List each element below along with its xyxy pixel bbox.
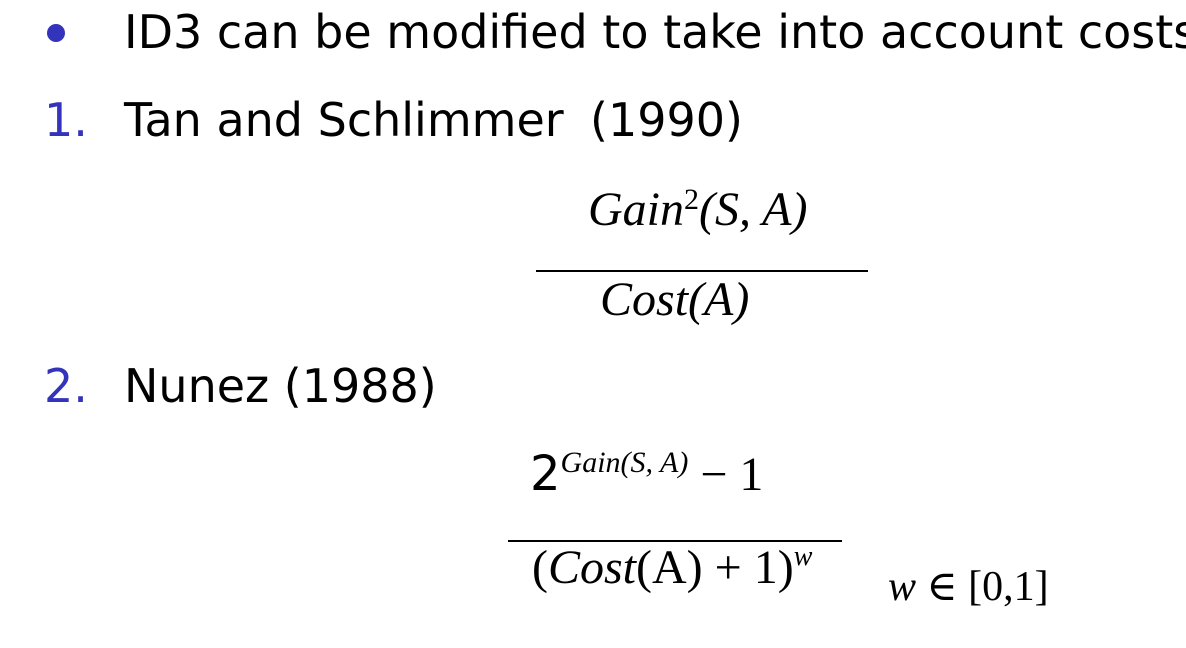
list-number-1: 1. [44,93,88,147]
formula1-num-args: (S, A) [699,183,808,236]
bullet-text: ID3 can be modified to take into account… [124,5,1186,59]
formula2-exponent-args: (S, A) [620,446,689,479]
item1-year: (1990) [590,93,743,147]
formula2-cost: Cost [547,541,637,594]
formula2-exponent-gain: Gain [560,446,621,479]
formula1-numerator: Gain2(S, A) [588,182,807,244]
formula2-base: 2 [530,446,561,502]
bullet-dot-icon [47,24,65,42]
constraint-variable: w [888,564,917,610]
formula2-den-open: ( [532,541,548,594]
formula1-cost: Cost [600,273,689,326]
formula2-constraint: w ∈ [0,1] [888,562,1049,612]
formula1-gain: Gain [588,183,684,236]
item2-text: Nunez (1988) [124,359,437,413]
formula2-den-exponent: w [793,541,813,572]
formula1-denominator: Cost(A) [600,272,749,328]
formula2-denominator: (Cost(A) + 1)w [532,538,812,605]
formula2-den-args: (A) + 1) [636,541,794,594]
list-number-2: 2. [44,359,88,413]
formula2-numerator: 2Gain(S, A) − 1 [530,444,763,511]
formula2-minus-one: − 1 [688,448,764,501]
formula1-exponent: 2 [684,183,699,216]
constraint-interval: ∈ [0,1] [916,564,1049,610]
item1-authors: Tan and Schlimmer [124,93,564,147]
formula1-den-args: (A) [688,273,750,326]
